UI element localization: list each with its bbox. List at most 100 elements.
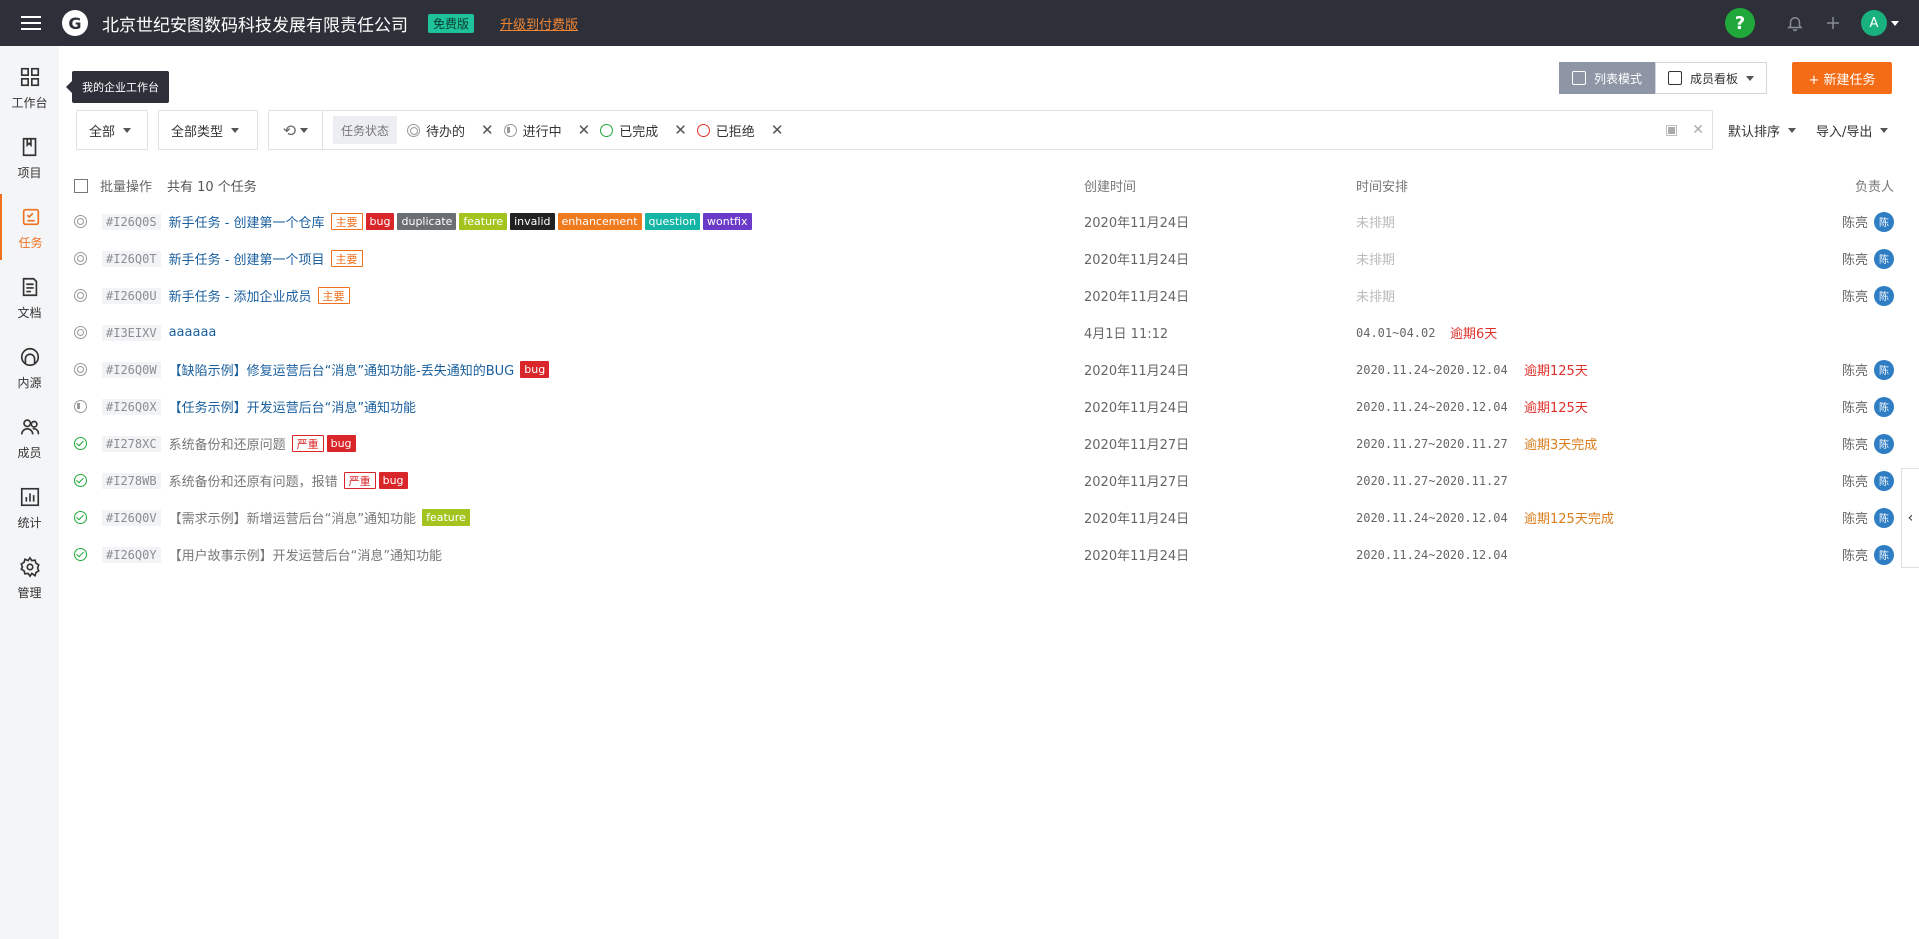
owner[interactable]: 陈亮陈: [1842, 433, 1894, 454]
chevron-down-icon: [1746, 75, 1755, 81]
table-row[interactable]: #I26Q0V 【需求示例】新增运营后台“消息”通知功能 feature 202…: [74, 499, 1894, 536]
sidebar-item-label: 统计: [17, 515, 42, 530]
done-status-icon[interactable]: [74, 511, 87, 524]
todo-status-icon: [407, 123, 421, 137]
sidebar-item-inner-source[interactable]: 内源: [0, 334, 59, 400]
done-status-icon[interactable]: [74, 548, 87, 561]
done-status-icon: [600, 123, 614, 137]
done-status-icon[interactable]: [74, 437, 87, 450]
task-title[interactable]: 系统备份和还原有问题，报错: [169, 471, 338, 490]
close-icon[interactable]: ✕: [771, 121, 784, 139]
todo-status-icon[interactable]: [74, 215, 87, 228]
avatar: 陈: [1874, 507, 1894, 528]
todo-status-icon[interactable]: [74, 252, 87, 265]
table-row[interactable]: #I3EIXV aaaaaa 4月1日 11:12 04.01~04.02 逾期…: [74, 314, 1894, 351]
sidebar-item-workbench[interactable]: 工作台: [0, 54, 59, 120]
task-id: #I26Q0V: [102, 509, 161, 526]
schedule[interactable]: 未排期: [1356, 286, 1395, 305]
chevron-left-icon: ‹: [1907, 510, 1914, 526]
task-title[interactable]: 系统备份和还原问题: [169, 434, 286, 453]
filter-chip-rejected: 已拒绝 ✕: [696, 121, 784, 140]
owner[interactable]: 陈亮陈: [1841, 396, 1894, 417]
schedule[interactable]: 未排期: [1356, 212, 1395, 231]
todo-status-icon[interactable]: [74, 289, 87, 302]
table-row[interactable]: #I26Q0T 新手任务 - 创建第一个项目 主要 2020年11月24日 未排…: [74, 240, 1894, 277]
gitee-logo-icon[interactable]: G: [62, 10, 88, 36]
task-icon: [18, 204, 44, 230]
in-progress-status-icon[interactable]: [74, 400, 87, 413]
bell-icon[interactable]: [1785, 13, 1805, 33]
table-row[interactable]: #I26Q0U 新手任务 - 添加企业成员 主要 2020年11月24日 未排期…: [74, 277, 1894, 314]
import-export-dropdown[interactable]: 导入/导出: [1816, 110, 1889, 150]
sidebar-item-tasks[interactable]: 任务: [0, 194, 59, 260]
sidebar-item-label: 文档: [17, 305, 42, 320]
schedule[interactable]: 2020.11.24~2020.12.04: [1356, 548, 1508, 562]
bulk-action-button[interactable]: 批量操作: [74, 176, 152, 195]
sort-dropdown[interactable]: 默认排序: [1728, 110, 1797, 150]
table-row[interactable]: #I26Q0X 【任务示例】开发运营后台“消息”通知功能 2020年11月24日…: [74, 388, 1894, 425]
owner[interactable]: 陈亮陈: [1842, 470, 1894, 491]
done-status-icon[interactable]: [74, 474, 87, 487]
table-row[interactable]: #I278XC 系统备份和还原问题 严重 bug 2020年11月27日 202…: [74, 425, 1894, 462]
collapse-panel-button[interactable]: ‹: [1901, 468, 1919, 568]
owner[interactable]: 陈亮陈: [1842, 211, 1894, 232]
task-title[interactable]: aaaaaa: [169, 325, 217, 340]
new-task-button[interactable]: + 新建任务: [1792, 62, 1892, 94]
scope-dropdown[interactable]: 全部: [76, 110, 148, 150]
table-row[interactable]: #I26Q0S 新手任务 - 创建第一个仓库 主要 bug duplicate …: [74, 203, 1894, 240]
chevron-down-icon[interactable]: [1891, 20, 1899, 26]
owner[interactable]: 陈亮陈: [1842, 248, 1894, 269]
user-avatar[interactable]: A: [1861, 10, 1887, 36]
type-dropdown[interactable]: 全部类型: [158, 110, 258, 150]
sidebar-item-admin[interactable]: 管理: [0, 544, 59, 610]
plus-icon[interactable]: [1823, 13, 1843, 33]
owner[interactable]: 陈亮陈: [1842, 285, 1894, 306]
close-icon[interactable]: ✕: [578, 121, 591, 139]
close-icon[interactable]: ✕: [674, 121, 687, 139]
list-view-button[interactable]: 列表模式: [1559, 62, 1656, 94]
task-title[interactable]: 【任务示例】开发运营后台“消息”通知功能: [169, 397, 416, 416]
task-title[interactable]: 【用户故事示例】开发运营后台“消息”通知功能: [169, 545, 442, 564]
table-row[interactable]: #I26Q0W 【缺陷示例】修复运营后台“消息”通知功能-丢失通知的BUG bu…: [74, 351, 1894, 388]
owner-name: 陈亮: [1841, 401, 1868, 416]
filter-chip-label: 已拒绝: [715, 124, 755, 140]
save-icon[interactable]: ▣: [1665, 122, 1678, 138]
task-title[interactable]: 新手任务 - 创建第一个仓库: [169, 212, 325, 231]
created-time: 2020年11月27日: [1084, 438, 1190, 453]
sidebar-item-stats[interactable]: 统计: [0, 474, 59, 540]
schedule[interactable]: 2020.11.24~2020.12.04: [1356, 511, 1508, 525]
history-icon[interactable]: ⟲: [269, 111, 323, 149]
clear-icon[interactable]: ✕: [1692, 122, 1704, 138]
schedule[interactable]: 未排期: [1356, 249, 1395, 268]
schedule[interactable]: 2020.11.24~2020.12.04: [1356, 363, 1508, 377]
owner[interactable]: 陈亮陈: [1842, 359, 1894, 380]
company-name[interactable]: 北京世纪安图数码科技发展有限责任公司: [102, 11, 408, 36]
sidebar-item-members[interactable]: 成员: [0, 404, 59, 470]
upgrade-link[interactable]: 升级到付费版: [500, 14, 578, 33]
sidebar-item-docs[interactable]: 文档: [0, 264, 59, 330]
table-row[interactable]: #I278WB 系统备份和还原有问题，报错 严重 bug 2020年11月27日…: [74, 462, 1894, 499]
hamburger-menu-icon[interactable]: [0, 0, 62, 46]
task-title[interactable]: 新手任务 - 添加企业成员: [169, 286, 312, 305]
table-row[interactable]: #I26Q0Y 【用户故事示例】开发运营后台“消息”通知功能 2020年11月2…: [74, 536, 1894, 573]
help-button[interactable]: ?: [1725, 8, 1755, 38]
todo-status-icon[interactable]: [74, 326, 87, 339]
schedule[interactable]: 2020.11.27~2020.11.27: [1356, 437, 1508, 451]
schedule[interactable]: 2020.11.24~2020.12.04: [1356, 400, 1508, 414]
created-time: 2020年11月24日: [1084, 216, 1190, 231]
task-title[interactable]: 新手任务 - 创建第一个项目: [169, 249, 325, 268]
task-title[interactable]: 【缺陷示例】修复运营后台“消息”通知功能-丢失通知的BUG: [169, 360, 515, 379]
close-icon[interactable]: ✕: [481, 121, 494, 139]
avatar: 陈: [1874, 211, 1894, 232]
created-time: 2020年11月24日: [1084, 364, 1190, 379]
schedule[interactable]: 04.01~04.02: [1356, 326, 1435, 340]
schedule[interactable]: 2020.11.27~2020.11.27: [1356, 474, 1508, 488]
task-title[interactable]: 【需求示例】新增运营后台“消息”通知功能: [169, 508, 416, 527]
owner[interactable]: 陈亮陈: [1842, 507, 1894, 528]
todo-status-icon[interactable]: [74, 363, 87, 376]
tag-severe: 严重: [343, 472, 376, 489]
status-filter-label: 任务状态: [333, 116, 398, 144]
sidebar-item-projects[interactable]: 项目: [0, 124, 59, 190]
owner[interactable]: 陈亮陈: [1842, 544, 1894, 565]
board-view-button[interactable]: 成员看板: [1655, 62, 1768, 94]
